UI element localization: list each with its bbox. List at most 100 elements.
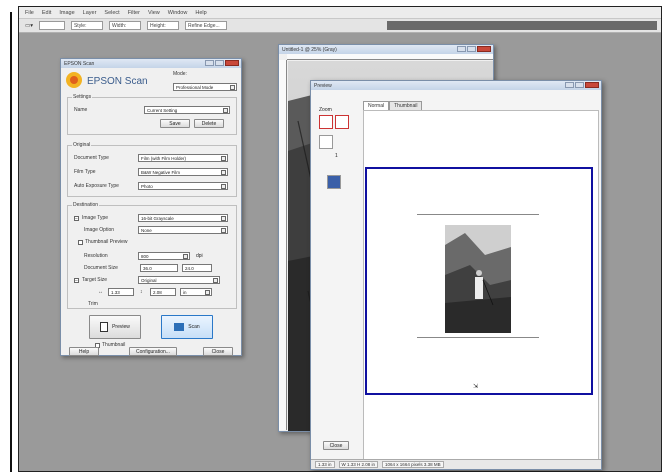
histogram-icon[interactable] [327,175,341,189]
menu-bar: File Edit Image Layer Select Filter View… [19,7,661,19]
original-legend: Original [72,142,92,148]
target-height-value: 2.08 [153,290,162,295]
auto-exposure-value: Photo [141,184,153,189]
image-type-select[interactable]: 16-bit Grayscale [138,214,228,222]
preview-button[interactable]: Preview [89,315,141,339]
zoom-out-icon[interactable] [335,115,349,129]
target-height-field[interactable]: 2.08 [150,288,176,296]
close-icon[interactable] [585,82,599,88]
epson-header: EPSON Scan Mode: Professional Mode [65,71,237,93]
auto-exposure-label: Auto Exposure Type [74,183,119,189]
resolution-select[interactable]: 800 [138,252,190,260]
doc-size-row: Document Size [84,264,136,272]
menu-select[interactable]: Select [104,10,119,16]
image-option-label: Image Option [84,227,115,233]
target-width-value: 1.33 [111,290,120,295]
menu-window[interactable]: Window [168,10,188,16]
chevron-down-icon [221,228,226,233]
scan-label: Scan [188,324,200,330]
menu-filter[interactable]: Filter [128,10,140,16]
doc-type-row: Document Type [74,154,136,162]
doc-size-h-value: 24.0 [185,266,194,271]
mode-select[interactable]: Professional Mode [173,83,237,91]
height-icon: ↕ [140,289,143,295]
destination-group: Destination − Image Type 16-bit Grayscale… [67,202,237,309]
minimize-icon[interactable] [205,60,214,66]
maximize-icon[interactable] [215,60,224,66]
target-width-field[interactable]: 1.33 [108,288,134,296]
preview-window: Preview Normal Thumbnail Zoom 1 Close ⇲ … [310,80,602,470]
image-window-title[interactable]: Untitled-1 @ 25% (Gray) [279,45,493,54]
tab-normal[interactable]: Normal [363,101,390,110]
menu-layer[interactable]: Layer [83,10,97,16]
guide-line-top [417,214,539,215]
scanned-photo-preview [445,225,511,333]
menu-edit[interactable]: Edit [42,10,51,16]
width-icon: ↔ [98,289,103,295]
doc-size-w-value: 36.0 [143,266,152,271]
configuration-button[interactable]: Configuration... [129,347,177,356]
preview-marquee[interactable]: ⇲ [365,167,593,395]
auto-exposure-select[interactable]: Photo [138,182,228,190]
preview-title: Preview [314,82,332,89]
multi-label: Thumbnail Preview [85,239,128,245]
image-option-select[interactable]: None [138,226,228,234]
close-button[interactable]: Close [203,347,233,356]
preview-title-bar[interactable]: Preview [311,81,601,90]
target-size-label: Target Size [82,277,108,283]
menu-image[interactable]: Image [59,10,74,16]
close-icon[interactable] [225,60,239,66]
marquee-icon[interactable] [319,135,333,149]
tab-thumbnail[interactable]: Thumbnail [389,101,423,110]
scan-icon [174,322,185,331]
image-window-title-text: Untitled-1 @ 25% (Gray) [282,46,337,53]
ruler-horizontal [287,54,493,60]
epson-title-bar[interactable]: EPSON Scan [61,59,241,68]
auto-exposure-row: Auto Exposure Type [74,182,136,190]
scan-button[interactable]: Scan [161,315,213,339]
collapse-icon[interactable]: − [74,277,79,283]
feather-field[interactable] [38,21,65,30]
toolbar-field-3[interactable]: Height: [146,21,179,30]
chevron-down-icon [205,290,210,295]
menu-view[interactable]: View [148,10,160,16]
help-button[interactable]: Help [69,347,99,356]
settings-legend: Settings [72,94,93,100]
original-group: Original Document Type Film (with Film H… [67,142,237,197]
film-type-select[interactable]: B&W Negative Film [138,168,228,176]
minimize-icon[interactable] [457,46,466,52]
toolbar-field-1[interactable]: Style: [70,21,103,30]
menu-file[interactable]: File [25,10,34,16]
divider-line [10,12,12,472]
doc-size-width[interactable]: 36.0 [140,264,178,272]
menu-help[interactable]: Help [195,10,206,16]
name-select[interactable]: Current Setting [144,106,230,114]
unit-select[interactable]: in [180,288,212,296]
close-icon[interactable] [477,46,491,52]
zoom-in-icon[interactable] [319,115,333,129]
doc-type-select[interactable]: Film (with Film Holder) [138,154,228,162]
name-select-value: Current Setting [147,108,178,113]
mode-select-value: Professional Mode [176,85,214,90]
resize-handle-icon[interactable]: ⇲ [473,383,478,390]
minimize-icon[interactable] [565,82,574,88]
multi-checkbox[interactable] [78,239,83,245]
collapse-icon[interactable]: − [74,215,79,221]
toolbar-field-2[interactable]: Width: [108,21,141,30]
save-setting-button[interactable]: Save [160,119,190,128]
chevron-down-icon [183,254,188,259]
doc-size-label: Document Size [84,265,118,271]
maximize-icon[interactable] [467,46,476,52]
film-type-value: B&W Negative Film [141,170,181,175]
resolution-value: 800 [141,254,149,259]
preview-close-button[interactable]: Close [323,441,349,450]
chevron-down-icon [221,184,226,189]
refine-edge-button[interactable]: Refine Edge... [184,21,227,30]
tool-icon[interactable]: ▭▾ [25,23,33,29]
name-label: Name [74,107,88,113]
delete-setting-button[interactable]: Delete [194,119,224,128]
doc-size-height[interactable]: 24.0 [182,264,212,272]
page-marker: 1 [335,153,338,159]
maximize-icon[interactable] [575,82,584,88]
target-size-select[interactable]: Original [138,276,220,284]
